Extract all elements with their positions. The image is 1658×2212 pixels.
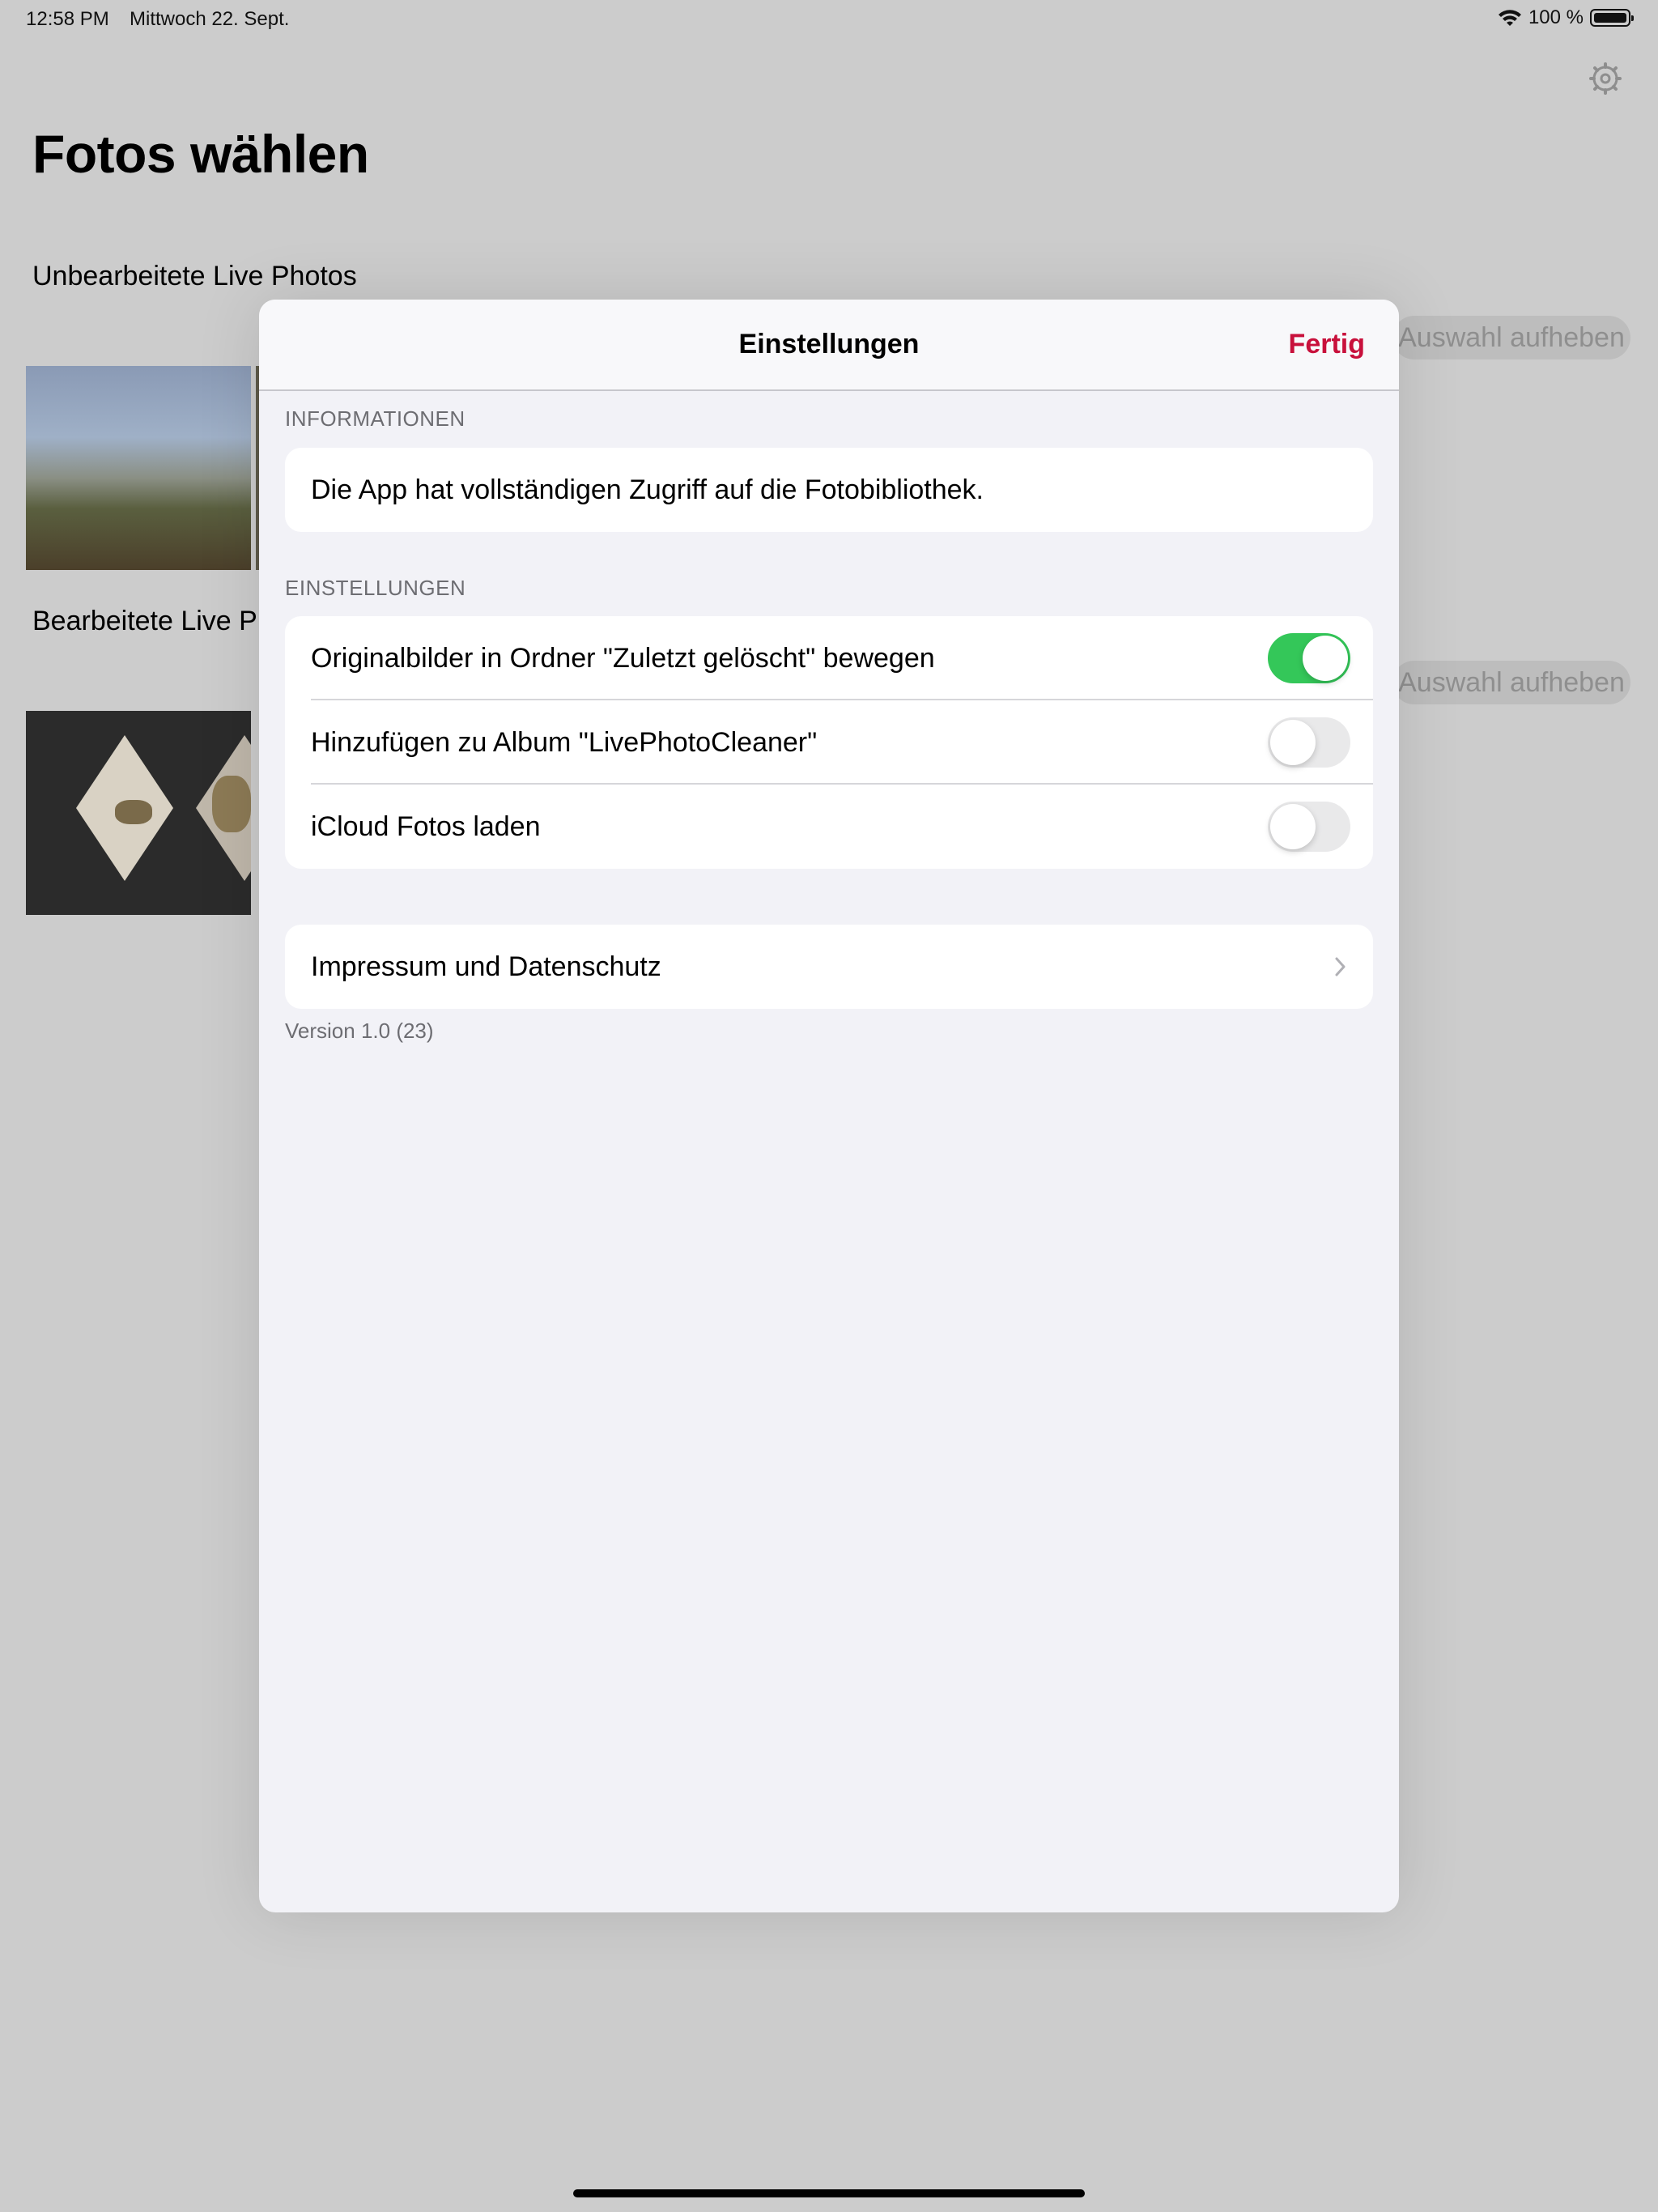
info-section-header: INFORMATIONEN bbox=[285, 406, 466, 431]
sheet-navbar: Einstellungen Fertig bbox=[259, 300, 1399, 391]
gear-icon[interactable] bbox=[1588, 62, 1622, 96]
legal-row[interactable]: Impressum und Datenschutz bbox=[285, 925, 1373, 1009]
add-album-toggle[interactable] bbox=[1268, 717, 1350, 768]
deselect-button-edited[interactable]: Auswahl aufheben bbox=[1392, 661, 1630, 704]
deselect-button-unedited[interactable]: Auswahl aufheben bbox=[1392, 316, 1630, 359]
home-indicator[interactable] bbox=[573, 2189, 1085, 2197]
setting-label: Hinzufügen zu Album "LivePhotoCleaner" bbox=[311, 727, 818, 758]
version-text: Version 1.0 (23) bbox=[285, 1019, 434, 1043]
setting-row-move-originals: Originalbilder in Ordner "Zuletzt gelösc… bbox=[285, 616, 1373, 700]
info-row: Die App hat vollständigen Zugriff auf di… bbox=[285, 448, 1373, 532]
setting-row-icloud: iCloud Fotos laden bbox=[285, 785, 1373, 869]
info-group: Die App hat vollständigen Zugriff auf di… bbox=[285, 448, 1373, 532]
info-text: Die App hat vollständigen Zugriff auf di… bbox=[311, 474, 984, 505]
legal-label: Impressum und Datenschutz bbox=[311, 951, 661, 982]
battery-icon bbox=[1590, 9, 1634, 27]
settings-sheet: Einstellungen Fertig INFORMATIONEN Die A… bbox=[259, 300, 1399, 1912]
sheet-title: Einstellungen bbox=[738, 329, 920, 359]
move-originals-toggle[interactable] bbox=[1268, 633, 1350, 683]
settings-group: Originalbilder in Ordner "Zuletzt gelösc… bbox=[285, 616, 1373, 869]
setting-row-add-album: Hinzufügen zu Album "LivePhotoCleaner" bbox=[285, 700, 1373, 785]
status-date: Mittwoch 22. Sept. bbox=[130, 8, 290, 30]
battery-percent: 100 % bbox=[1528, 6, 1584, 28]
photo-thumbnail-knit[interactable] bbox=[26, 711, 251, 915]
wifi-icon bbox=[1498, 10, 1521, 26]
chevron-right-icon bbox=[1335, 957, 1346, 976]
setting-label: Originalbilder in Ordner "Zuletzt gelösc… bbox=[311, 643, 935, 674]
setting-label: iCloud Fotos laden bbox=[311, 811, 541, 842]
section-label-unedited: Unbearbeitete Live Photos bbox=[32, 261, 357, 291]
settings-section-header: EINSTELLUNGEN bbox=[285, 576, 466, 600]
page-title: Fotos wählen bbox=[32, 124, 369, 184]
icloud-toggle[interactable] bbox=[1268, 802, 1350, 852]
done-button[interactable]: Fertig bbox=[1289, 329, 1365, 360]
photo-thumbnail-landscape[interactable] bbox=[26, 366, 251, 570]
status-time: 12:58 PM bbox=[26, 8, 109, 30]
legal-group: Impressum und Datenschutz bbox=[285, 925, 1373, 1009]
status-right: 100 % bbox=[1498, 6, 1634, 29]
status-bar: 12:58 PM Mittwoch 22. Sept. 100 % bbox=[0, 0, 1658, 39]
